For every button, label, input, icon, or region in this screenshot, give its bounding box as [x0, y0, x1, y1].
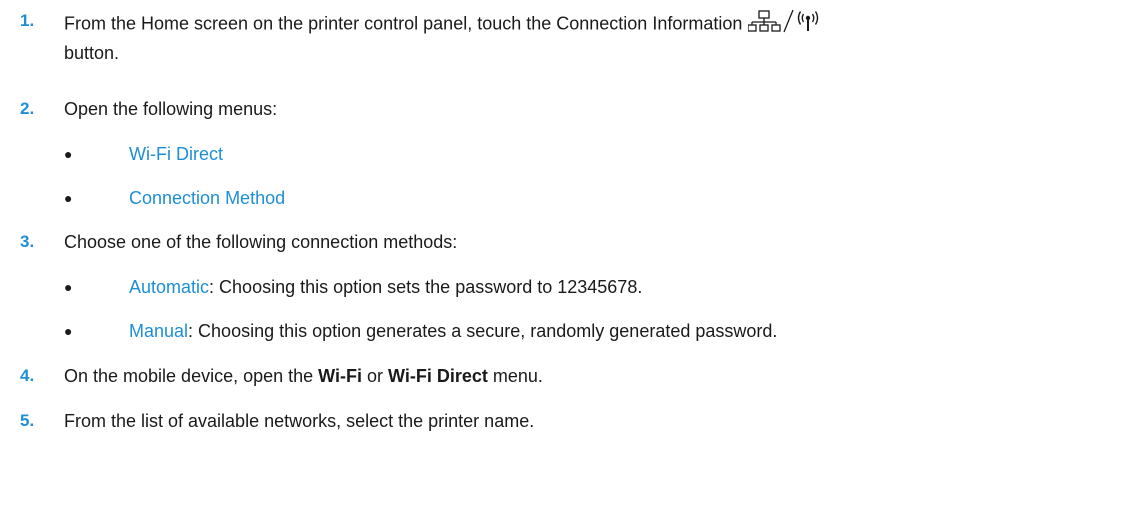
- bullet-dot: ●: [64, 279, 73, 295]
- option-description: : Choosing this option generates a secur…: [188, 321, 778, 341]
- instruction-document: 1. From the Home screen on the printer c…: [0, 0, 1143, 529]
- option-link-automatic[interactable]: Automatic: [129, 277, 209, 297]
- bullet-dot: ●: [64, 146, 73, 162]
- step-text: Open the following menus:: [64, 99, 278, 119]
- step-number: 2.: [20, 99, 35, 118]
- step-4-text-mid: or: [362, 366, 389, 386]
- bullet-dot: ●: [64, 190, 73, 206]
- menu-link-wifi-direct[interactable]: Wi-Fi Direct: [129, 144, 223, 164]
- step-number: 3.: [20, 232, 35, 251]
- bullet-dot: ●: [64, 323, 73, 339]
- step-text: From the Home screen on the printer cont…: [64, 8, 820, 41]
- menu-name-wifi-direct: Wi-Fi Direct: [388, 366, 488, 386]
- bullet-text: Wi-Fi Direct: [129, 141, 223, 167]
- network-wireless-icon: [747, 8, 820, 41]
- step-1-continuation: button.: [64, 43, 120, 63]
- option-description: : Choosing this option sets the password…: [209, 277, 643, 297]
- step-text: From the list of available networks, sel…: [64, 411, 535, 431]
- step-4-text-pre: On the mobile device, open the: [64, 366, 319, 386]
- step-4-text-post: menu.: [487, 366, 543, 386]
- step-text: On the mobile device, open the Wi-Fi or …: [64, 363, 543, 389]
- bullet-text: Manual: Choosing this option generates a…: [129, 318, 777, 344]
- step-text: Choose one of the following connection m…: [64, 232, 458, 252]
- menu-name-wifi: Wi-Fi: [318, 366, 362, 386]
- bullet-text: Connection Method: [129, 185, 285, 211]
- step-number: 5.: [20, 411, 35, 430]
- bullet-text: Automatic: Choosing this option sets the…: [129, 274, 642, 300]
- step-number: 4.: [20, 366, 35, 385]
- option-link-manual[interactable]: Manual: [129, 321, 188, 341]
- step-number: 1.: [20, 11, 35, 30]
- step-1-text: From the Home screen on the printer cont…: [64, 13, 743, 34]
- menu-link-connection-method[interactable]: Connection Method: [129, 188, 285, 208]
